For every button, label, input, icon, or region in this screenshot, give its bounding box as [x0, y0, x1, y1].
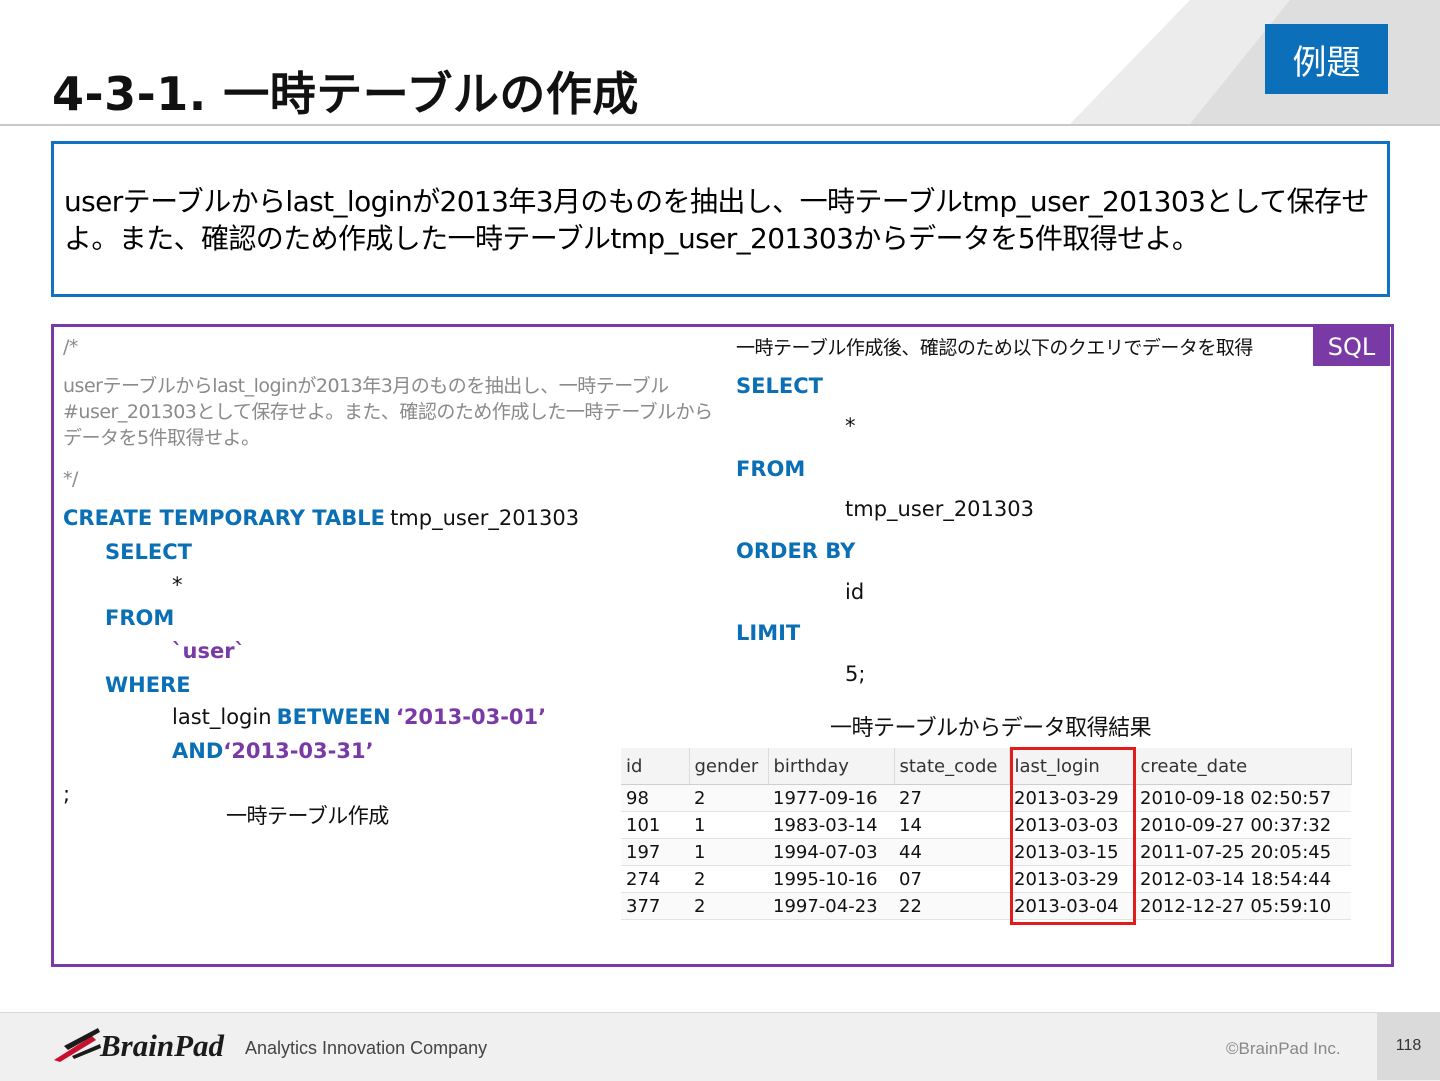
where-keyword: WHERE — [105, 673, 191, 697]
date-end: ‘2013-03-31’ — [223, 739, 374, 763]
comment-line-1: userテーブルからlast_loginが2013年3月のものを抽出し、一時テー… — [63, 375, 669, 397]
from-keyword: FROM — [105, 606, 175, 630]
table-cell: 2 — [689, 892, 768, 920]
table-cell: 2011-07-25 20:05:45 — [1135, 838, 1351, 866]
date-start: ‘2013-03-01’ — [395, 705, 547, 729]
table-cell: 101 — [621, 811, 689, 839]
table-row: 377 2 1997-04-23 22 2013-03-04 2012-12-2… — [621, 892, 1351, 920]
table-cell: 1997-04-23 — [768, 892, 894, 920]
table-cell: 1 — [689, 811, 768, 839]
table-cell: 1977-09-16 — [768, 784, 894, 812]
table-cell: 07 — [894, 865, 1009, 893]
column-header: birthday — [768, 748, 895, 785]
comment-line-3: データを5件取得せよ。 — [63, 427, 260, 449]
table-row: 197 1 1994-07-03 44 2013-03-15 2011-07-2… — [621, 838, 1351, 866]
table-header-row: id gender birthday state_code last_login… — [621, 748, 1352, 785]
order-by-column: id — [845, 580, 865, 604]
header-divider — [0, 124, 1440, 126]
and-keyword: AND — [172, 739, 224, 763]
table-cell: 44 — [894, 838, 1009, 866]
result-caption: 一時テーブルからデータ取得結果 — [830, 716, 1152, 741]
select-keyword: SELECT — [105, 540, 192, 564]
and-condition: AND‘2013-03-31’ — [172, 739, 374, 763]
result-table: id gender birthday state_code last_login… — [621, 748, 1352, 920]
from-table: `user` — [172, 639, 246, 663]
create-table-name: tmp_user_201303 — [390, 506, 580, 530]
table-cell: 2012-12-27 05:59:10 — [1135, 892, 1351, 920]
table-cell: 2010-09-27 00:37:32 — [1135, 811, 1351, 839]
table-cell: 1983-03-14 — [768, 811, 894, 839]
table-cell: 27 — [894, 784, 1009, 812]
query-star: * — [845, 414, 856, 438]
comment-close: */ — [63, 468, 78, 490]
table-cell: 2 — [689, 784, 768, 812]
column-header: id — [621, 748, 690, 785]
question-text: userテーブルからlast_loginが2013年3月のものを抽出し、一時テー… — [64, 183, 1369, 257]
query-select-keyword: SELECT — [736, 374, 823, 398]
question-line-2: よ。また、確認のため作成した一時テーブルtmp_user_201303からデータ… — [64, 222, 1200, 255]
limit-keyword: LIMIT — [736, 621, 801, 645]
table-cell: 1994-07-03 — [768, 838, 894, 866]
last-login-highlight — [1010, 747, 1136, 925]
table-row: 101 1 1983-03-14 14 2013-03-03 2010-09-2… — [621, 811, 1351, 839]
query-table-name: tmp_user_201303 — [845, 497, 1034, 521]
table-cell: 98 — [621, 784, 689, 812]
table-cell: 1995-10-16 — [768, 865, 894, 893]
table-row: 98 2 1977-09-16 27 2013-03-29 2010-09-18… — [621, 784, 1351, 812]
footer-copyright: ©BrainPad Inc. — [1226, 1039, 1341, 1058]
query-caption: 一時テーブル作成後、確認のため以下のクエリでデータを取得 — [736, 337, 1253, 359]
column-header: gender — [689, 748, 769, 785]
create-keyword: CREATE TEMPORARY TABLE — [63, 506, 385, 530]
comment-open: /* — [63, 336, 78, 358]
footer-tagline: Analytics Innovation Company — [245, 1038, 488, 1058]
example-badge: 例題 — [1265, 24, 1388, 94]
table-cell: 2 — [689, 865, 768, 893]
question-line-1: userテーブルからlast_loginが2013年3月のものを抽出し、一時テー… — [64, 185, 1369, 218]
table-cell: 1 — [689, 838, 768, 866]
column-header: state_code — [894, 748, 1010, 785]
table-cell: 274 — [621, 865, 689, 893]
limit-value: 5; — [845, 662, 866, 686]
table-cell: 197 — [621, 838, 689, 866]
table-cell: 22 — [894, 892, 1009, 920]
query-from-keyword: FROM — [736, 457, 806, 481]
table-cell: 2012-03-14 18:54:44 — [1135, 865, 1351, 893]
between-keyword: BETWEEN — [276, 705, 391, 729]
statement-terminator: ; — [63, 782, 71, 806]
column-header: create_date — [1135, 748, 1352, 785]
create-caption: 一時テーブル作成 — [226, 804, 389, 828]
where-column: last_login — [172, 705, 272, 729]
page-number: 118 — [1395, 1037, 1422, 1054]
order-by-keyword: ORDER BY — [736, 539, 856, 563]
table-row: 274 2 1995-10-16 07 2013-03-29 2012-03-1… — [621, 865, 1351, 893]
table-cell: 377 — [621, 892, 689, 920]
table-cell: 2010-09-18 02:50:57 — [1135, 784, 1351, 812]
slide-title: 4-3-1. 一時テーブルの作成 — [52, 67, 639, 121]
brainpad-logo-icon — [54, 1028, 101, 1062]
brainpad-logo: BrainPad — [100, 1028, 225, 1063]
comment-line-2: #user_201303として保存せよ。また、確認のため作成した一時テーブルから — [63, 401, 713, 423]
select-star: * — [172, 573, 183, 597]
where-condition: last_login BETWEEN ‘2013-03-01’ — [172, 705, 546, 729]
create-statement: CREATE TEMPORARY TABLE tmp_user_201303 — [63, 506, 579, 530]
table-cell: 14 — [894, 811, 1009, 839]
sql-label: SQL — [1313, 327, 1390, 366]
